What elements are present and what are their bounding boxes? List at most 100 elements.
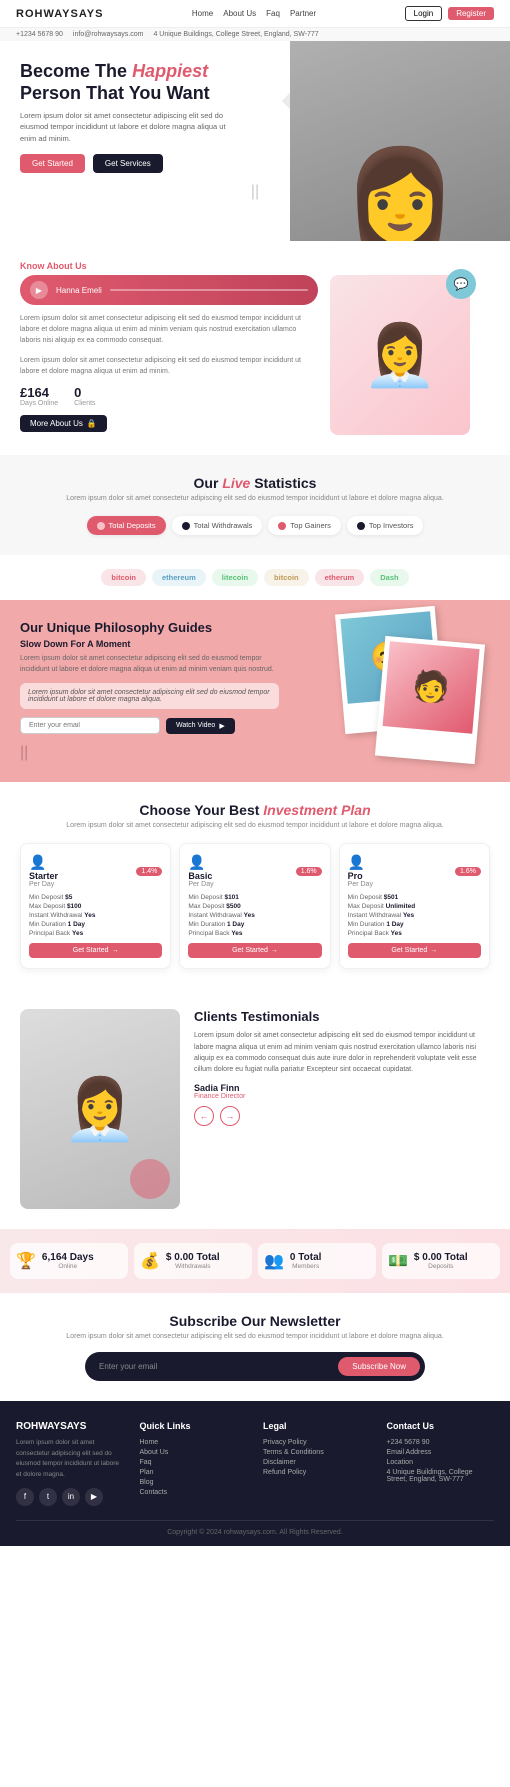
counter-withdrawals-label: Withdrawals — [166, 1263, 220, 1270]
contact-location: 4 Unique Buildings, College Street, Engl… — [153, 31, 318, 38]
plan-pro: 👤 Pro Per Day 1.6% Min Deposit $501 Max … — [339, 843, 490, 969]
arrow-right-icon: → — [112, 947, 119, 954]
footer-link-faq[interactable]: Faq — [140, 1459, 248, 1466]
hero-section: Become The Happiest Person That You Want… — [0, 41, 510, 241]
pro-min-deposit: Min Deposit $501 — [348, 894, 481, 901]
hero-image-area: 👩 — [290, 41, 510, 241]
linkedin-icon[interactable]: in — [62, 1488, 80, 1506]
live-stats-subtitle: Lorem ipsum dolor sit amet consectetur a… — [20, 495, 490, 502]
footer-social: f t in ▶ — [16, 1488, 124, 1506]
footer-description: Lorem ipsum dolor sit amet consectetur a… — [16, 1438, 124, 1480]
footer-quick-links-heading: Quick Links — [140, 1421, 248, 1431]
login-button[interactable]: Login — [405, 6, 443, 21]
know-body-text2: Lorem ipsum dolor sit amet consectetur a… — [20, 355, 318, 377]
basic-name: Basic — [188, 871, 213, 881]
hero-person-image: 👩 — [290, 41, 510, 241]
philosophy-email-input[interactable] — [20, 717, 160, 734]
footer-contact-col: Contact Us +234 5678 90 Email Address Lo… — [387, 1421, 495, 1506]
newsletter-email-input[interactable] — [99, 1362, 332, 1371]
plan-basic-header: 👤 Basic Per Day 1.6% — [188, 854, 321, 888]
register-button[interactable]: Register — [448, 7, 494, 20]
trophy-icon: 🏆 — [16, 1251, 36, 1271]
arrow-right-icon3: → — [430, 947, 437, 954]
philosophy-section: Our Unique Philosophy Guides Slow Down F… — [0, 600, 510, 782]
stat-clients: 0 Clients — [74, 385, 95, 407]
starter-fee: Per Day — [29, 881, 58, 888]
users-icon: 👥 — [264, 1251, 284, 1271]
starter-icon: 👤 — [29, 854, 58, 871]
footer-logo: ROHWAYSAYS — [16, 1421, 124, 1432]
hero-subtext: Lorem ipsum dolor sit amet consectetur a… — [20, 110, 240, 144]
pro-name: Pro — [348, 871, 373, 881]
tab-total-withdrawals[interactable]: Total Withdrawals — [172, 516, 263, 535]
tab-total-deposits[interactable]: Total Deposits — [87, 516, 166, 535]
starter-badge: 1.4% — [136, 867, 162, 876]
starter-get-started[interactable]: Get Started → — [29, 943, 162, 958]
footer-terms[interactable]: Terms & Conditions — [263, 1449, 371, 1456]
prev-testimonial-button[interactable]: ← — [194, 1106, 214, 1126]
footer-link-home[interactable]: Home — [140, 1439, 248, 1446]
philosophy-quote: Lorem ipsum dolor sit amet consectetur a… — [28, 689, 271, 703]
testimonials-content: Clients Testimonials Lorem ipsum dolor s… — [194, 1009, 490, 1126]
brand-bitcoin2: bitcoin — [264, 569, 309, 586]
youtube-icon[interactable]: ▶ — [85, 1488, 103, 1506]
nav-home[interactable]: Home — [192, 9, 213, 18]
footer-link-contacts[interactable]: Contacts — [140, 1489, 248, 1496]
brand-ethereum: ethereum — [152, 569, 206, 586]
nav-about[interactable]: About Us — [223, 9, 256, 18]
footer-link-plan[interactable]: Plan — [140, 1469, 248, 1476]
footer-privacy[interactable]: Privacy Policy — [263, 1439, 371, 1446]
navbar-buttons: Login Register — [405, 6, 494, 21]
navbar-links: Home About Us Faq Partner — [192, 9, 316, 18]
live-stats-section: Our Live Statistics Lorem ipsum dolor si… — [0, 455, 510, 555]
brands-section: bitcoin ethereum litecoin bitcoin etheru… — [0, 555, 510, 600]
footer-address: 4 Unique Buildings, College Street, Engl… — [387, 1469, 495, 1483]
starter-duration: Min Duration 1 Day — [29, 921, 162, 928]
next-testimonial-button[interactable]: → — [220, 1106, 240, 1126]
subscribe-button[interactable]: Subscribe Now — [338, 1357, 420, 1376]
know-left-col: ▶ Hanna Emeli Lorem ipsum dolor sit amet… — [20, 275, 318, 435]
pro-max-deposit: Max Deposit Unlimited — [348, 903, 481, 910]
footer-disclaimer[interactable]: Disclaimer — [263, 1459, 371, 1466]
audio-progress — [110, 289, 308, 291]
plan-pro-header: 👤 Pro Per Day 1.6% — [348, 854, 481, 888]
nav-faq[interactable]: Faq — [266, 9, 280, 18]
newsletter-section: Subscribe Our Newsletter Lorem ipsum dol… — [0, 1293, 510, 1401]
facebook-icon[interactable]: f — [16, 1488, 34, 1506]
get-started-button[interactable]: Get Started — [20, 154, 85, 173]
live-stats-title: Our Live Statistics — [20, 475, 490, 491]
play-icon: ▶ — [219, 722, 224, 730]
testimonials-client: Sadia Finn Finance Director — [194, 1083, 490, 1100]
investment-plans: 👤 Starter Per Day 1.4% Min Deposit $5 Ma… — [20, 843, 490, 969]
counter-deposits-label: Deposits — [414, 1263, 468, 1270]
basic-duration: Min Duration 1 Day — [188, 921, 321, 928]
basic-badge: 1.6% — [296, 867, 322, 876]
tab-top-investors[interactable]: Top Investors — [347, 516, 424, 535]
footer-link-blog[interactable]: Blog — [140, 1479, 248, 1486]
tab-top-gainers[interactable]: Top Gainers — [268, 516, 340, 535]
brand-bitcoin: bitcoin — [101, 569, 146, 586]
counter-stats-section: 🏆 6,164 Days Online 💰 $ 0.00 Total Withd… — [0, 1229, 510, 1293]
testimonials-title: Clients Testimonials — [194, 1009, 490, 1024]
play-button[interactable]: ▶ — [30, 281, 48, 299]
pro-withdrawal: Instant Withdrawal Yes — [348, 912, 481, 919]
footer-refund[interactable]: Refund Policy — [263, 1469, 371, 1476]
nav-partner[interactable]: Partner — [290, 9, 316, 18]
footer-link-about[interactable]: About Us — [140, 1449, 248, 1456]
counter-deposits-num: $ 0.00 Total — [414, 1252, 468, 1263]
basic-get-started[interactable]: Get Started → — [188, 943, 321, 958]
testimonials-body: Lorem ipsum dolor sit amet consectetur a… — [194, 1030, 490, 1075]
basic-withdrawal: Instant Withdrawal Yes — [188, 912, 321, 919]
philosophy-body: Lorem ipsum dolor sit amet consectetur a… — [20, 653, 279, 675]
pro-get-started[interactable]: Get Started → — [348, 943, 481, 958]
get-services-button[interactable]: Get Services — [93, 154, 163, 173]
counter-days-num: 6,164 Days — [42, 1252, 94, 1263]
footer-email: Email Address — [387, 1449, 495, 1456]
twitter-icon[interactable]: t — [39, 1488, 57, 1506]
starter-withdrawal: Instant Withdrawal Yes — [29, 912, 162, 919]
hero-buttons: Get Started Get Services — [20, 154, 279, 173]
pro-icon: 👤 — [348, 854, 373, 871]
more-about-button[interactable]: More About Us 🔒 — [20, 415, 107, 432]
audio-player[interactable]: ▶ Hanna Emeli — [20, 275, 318, 305]
watch-video-button[interactable]: Watch Video ▶ — [166, 718, 235, 734]
